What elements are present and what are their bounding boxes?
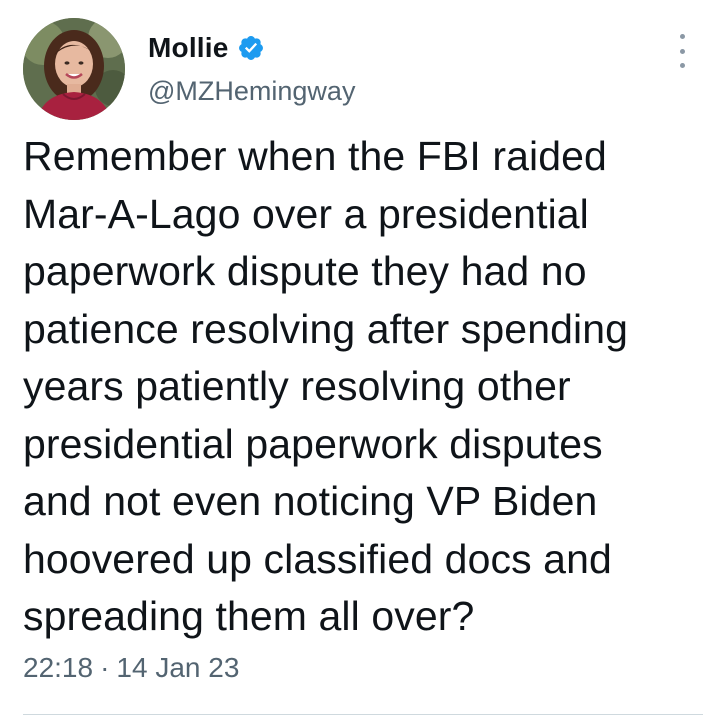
more-dot [679, 63, 685, 68]
tweet-text-line: Remember when the FBI raided [23, 133, 607, 179]
timestamp-separator: · [100, 652, 110, 683]
author-handle[interactable]: @MZHemingway [148, 76, 355, 107]
more-dot [679, 48, 685, 54]
tweet-text-line: paperwork dispute they had no [23, 248, 587, 294]
more-options-icon[interactable] [670, 34, 694, 68]
tweet-text-line: and not even noticing VP Biden [23, 478, 598, 524]
avatar-image [23, 18, 125, 120]
tweet-text-line: hoovered up classified docs and [23, 535, 612, 582]
author-display-name[interactable]: Mollie [148, 32, 229, 64]
tweet-text-line: years patiently resolving other [23, 363, 571, 409]
tweet-timestamp[interactable]: 22:18 · 14 Jan 23 [23, 652, 239, 684]
tweet-time: 22:18 [23, 652, 94, 683]
tweet-text-line: Mar-A-Lago over a presidential [23, 190, 589, 237]
tweet: Mollie @MZHemingway Remember when the FB… [0, 0, 720, 719]
more-dot [679, 34, 685, 39]
verified-badge-icon [237, 34, 265, 62]
avatar[interactable] [23, 18, 125, 120]
tweet-text: Remember when the FBI raided Mar-A-Lago … [23, 128, 703, 646]
author-name-row: Mollie [148, 30, 265, 66]
tweet-text-line: presidential paperwork disputes [23, 420, 603, 467]
tweet-text-line: spreading them all over? [23, 593, 475, 639]
tweet-text-line: patience resolving after spending [23, 305, 629, 352]
divider [23, 714, 703, 715]
tweet-date: 14 Jan 23 [116, 652, 240, 683]
